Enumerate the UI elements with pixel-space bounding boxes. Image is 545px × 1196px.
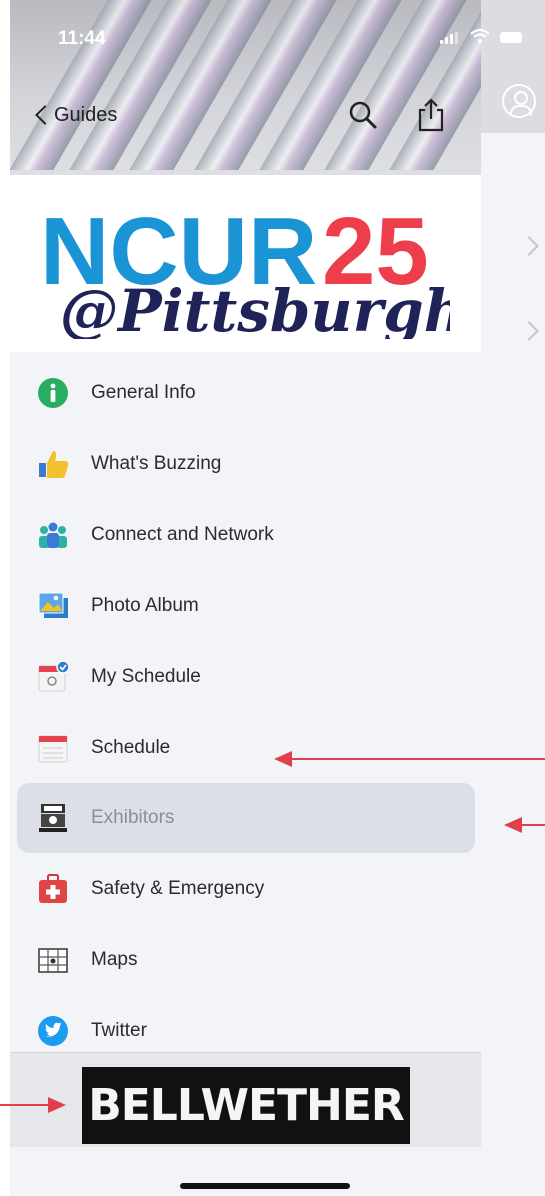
guide-drawer: 11:44 Guides NCUR 25 @Pittsburgh General… — [10, 0, 481, 1196]
map-icon — [36, 943, 70, 977]
calendar-icon — [36, 731, 70, 765]
annotation-arrow-schedule — [290, 758, 545, 760]
my-schedule-icon — [36, 659, 70, 694]
search-button[interactable] — [346, 98, 380, 132]
sponsor-label: BELLWETHER — [88, 1080, 405, 1131]
exhibitor-booth-icon — [36, 801, 70, 835]
menu-item-what-s-buzzing[interactable]: What's Buzzing — [17, 429, 475, 499]
menu-item-maps[interactable]: Maps — [17, 925, 475, 995]
menu-item-exhibitors[interactable]: Exhibitors — [17, 783, 475, 854]
annotation-arrowhead — [48, 1097, 66, 1113]
background-app — [480, 0, 545, 1196]
annotation-arrowhead — [504, 817, 522, 833]
info-icon — [36, 376, 70, 410]
menu-item-label: Photo Album — [91, 594, 199, 616]
back-button[interactable]: Guides — [32, 100, 117, 130]
chevron-left-icon — [35, 105, 55, 125]
background-header — [480, 0, 545, 133]
photo-album-icon — [36, 589, 70, 623]
menu-item-label: Connect and Network — [91, 523, 274, 545]
event-logo: NCUR 25 @Pittsburgh — [10, 175, 481, 352]
menu-item-general-info[interactable]: General Info — [17, 358, 475, 428]
share-icon — [418, 98, 444, 132]
annotation-arrow-exhibitors — [520, 824, 545, 826]
screen: 11:44 Guides NCUR 25 @Pittsburgh General… — [0, 0, 545, 1196]
ncur-logo-icon: NCUR 25 @Pittsburgh — [40, 198, 450, 339]
menu-item-label: Twitter — [91, 1020, 147, 1042]
menu-item-safety-emergency[interactable]: Safety & Emergency — [17, 854, 475, 924]
logo-city-text: @Pittsburgh — [60, 277, 450, 339]
menu-item-label: Safety & Emergency — [91, 878, 265, 900]
annotation-arrowhead — [274, 751, 292, 767]
menu-item-photo-album[interactable]: Photo Album — [17, 571, 475, 641]
annotation-arrow-sponsor — [0, 1104, 50, 1106]
sponsor-footer: BELLWETHER — [10, 1052, 481, 1147]
home-indicator[interactable] — [180, 1183, 350, 1189]
drawer-header: 11:44 Guides — [10, 0, 481, 175]
menu-item-connect-and-network[interactable]: Connect and Network — [17, 500, 475, 570]
twitter-icon — [36, 1014, 70, 1048]
chevron-right-icon[interactable] — [519, 236, 539, 256]
back-label: Guides — [54, 103, 118, 126]
status-time: 11:44 — [58, 28, 106, 49]
menu-item-schedule[interactable]: Schedule — [17, 713, 475, 783]
battery-icon — [500, 32, 522, 43]
menu-item-label: General Info — [91, 382, 196, 403]
menu-item-label: My Schedule — [91, 665, 201, 687]
profile-icon[interactable] — [502, 84, 536, 118]
menu-item-label: What's Buzzing — [91, 452, 222, 474]
menu-item-label: Maps — [91, 949, 138, 971]
thumbs-up-icon — [36, 447, 70, 481]
share-button[interactable] — [414, 96, 448, 134]
wifi-icon — [470, 28, 490, 43]
sponsor-banner[interactable]: BELLWETHER — [82, 1067, 410, 1144]
search-icon — [349, 101, 377, 129]
people-icon — [36, 518, 70, 552]
menu-item-my-schedule[interactable]: My Schedule — [17, 642, 475, 712]
menu-item-label: Exhibitors — [91, 807, 175, 829]
menu-item-label: Schedule — [91, 736, 171, 758]
cellular-signal-icon — [440, 32, 458, 44]
first-aid-icon — [36, 872, 70, 906]
chevron-right-icon[interactable] — [519, 321, 539, 341]
